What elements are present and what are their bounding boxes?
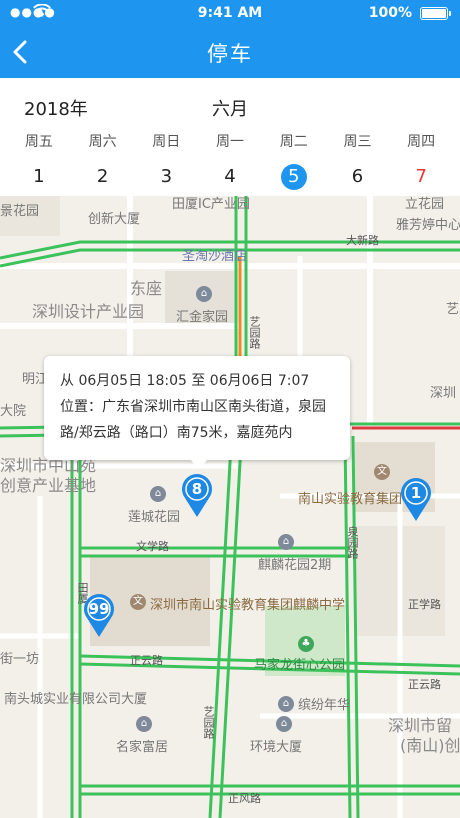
location-label: 位置： [60,399,102,415]
day-name: 周六 [88,134,117,150]
to-label: 至 [191,373,206,389]
parking-location: 位置：广东省深圳市南山区南头街道，泉园路/郑云路（路口）南75米，嘉庭苑内 [60,394,334,446]
map-label: 名家富居 [116,740,169,755]
day-cell[interactable]: 周三 6 [326,130,390,190]
map-label: 深圳设计产业园 [32,302,145,321]
map-label: 创意产业基地 [0,476,97,495]
battery-percent: 100% [368,5,412,21]
day-name: 周三 [343,134,372,150]
calendar-month: 六月 [212,99,248,120]
day-cell[interactable]: 周四 7 [389,130,453,190]
day-cell[interactable]: 周一 4 [198,130,262,190]
road-label: 大新路 [346,234,379,247]
map-label: 麒麟花园2期 [258,558,332,573]
building-icon: ⌂ [196,286,212,302]
day-number-today: 7 [415,166,427,187]
parking-pin-8[interactable]: 8 [180,474,214,518]
week-calendar: 2018年 六月 周五 1 周六 2 周日 3 周一 4 周二 5 周三 6 周四 7 [0,78,460,196]
day-cell[interactable]: 周日 3 [134,130,198,190]
day-name: 周二 [279,134,308,150]
road-label: 正风路 [228,792,261,805]
map-label: 圣淘沙酒店 [182,249,248,264]
building-icon: ⌂ [278,534,294,550]
map-label: 景花园 [0,204,40,219]
map-label: 环境大厦 [250,740,303,755]
school-icon: 文 [374,464,390,480]
day-number: 1 [33,166,45,187]
day-number-selected: 5 [280,164,307,190]
map-label: 大院 [0,404,27,419]
app-header: ●●●● 9:41 AM 100% 停车 [0,0,460,78]
map-label: 南头城实业有限公司大厦 [4,692,148,707]
pin-label: 1 [410,484,422,502]
pin-label: 8 [191,480,203,498]
building-icon: ⌂ [276,716,292,732]
parking-info-popup[interactable]: 从 06月05日 18:05 至 06月06日 7:07 位置：广东省深圳市南山… [44,356,350,469]
building-icon: ⌂ [136,716,152,732]
school-icon: 文 [130,594,146,610]
parking-pin-1[interactable]: 1 [399,478,433,522]
map-label: 缤纷年华 [298,698,351,713]
day-name: 周日 [152,134,181,150]
map-label: 雅芳婷中心 [396,218,460,233]
day-number: 3 [160,166,173,187]
building-icon: ⌂ [150,486,166,502]
map-label: 莲城花园 [128,510,181,525]
map-label: 立花园 [405,197,445,212]
map-label: (南山)创 [400,736,460,755]
day-number: 6 [351,166,364,187]
road-label: 艺园路 [248,316,261,349]
from-time: 06月05日 18:05 [78,373,187,389]
day-number: 2 [96,166,109,187]
map-label: 深圳市南山实验教育集团麒麟中学 [150,598,346,613]
map-label: 街一坊 [0,652,40,667]
parking-time-range: 从 06月05日 18:05 至 06月06日 7:07 [60,368,334,394]
calendar-year: 2018年 [24,99,88,120]
building-icon: ⌂ [278,696,294,712]
day-name: 周一 [216,134,245,150]
day-cell[interactable]: 周五 1 [7,130,71,190]
to-time: 06月06日 7:07 [209,373,310,389]
road-label: 正云路 [130,654,163,667]
map-label: 汇金家园 [176,310,229,325]
map-view[interactable]: 景花园 创新大厦 田厦IC产业园 立花园 雅芳婷中心 圣淘沙酒店 大新路 东座 … [0,196,460,818]
road-label: 文学路 [136,540,169,553]
day-name: 周四 [407,134,436,150]
day-number: 4 [224,166,236,187]
map-label: 马家龙街心公园 [254,658,346,673]
from-label: 从 [60,373,74,389]
map-label: 田厦IC产业园 [172,197,250,212]
park-icon: ♣ [298,636,314,652]
road-label: 艺园路 [202,706,215,739]
road-label: 正云路 [408,678,441,691]
pin-label: 99 [88,600,110,618]
battery-icon [420,7,451,20]
day-cell[interactable]: 周六 2 [71,130,135,190]
day-name: 周五 [24,134,53,150]
road-label: 泉园路 [346,526,359,559]
day-cell-selected[interactable]: 周二 5 [262,130,326,190]
page-title: 停车 [207,42,253,66]
week-row: 周五 1 周六 2 周日 3 周一 4 周二 5 周三 6 周四 7 [0,130,460,190]
map-label: 深圳 [430,386,457,401]
road-label: 正学路 [408,598,441,611]
status-bar: ●●●● 9:41 AM 100% [0,0,460,26]
parking-pin-99[interactable]: 99 [82,594,116,638]
map-label: 艺 [446,302,460,317]
map-label: 东座 [130,279,163,298]
map-label: 创新大厦 [88,212,141,227]
map-label: 南山实验教育集团 [298,492,403,507]
